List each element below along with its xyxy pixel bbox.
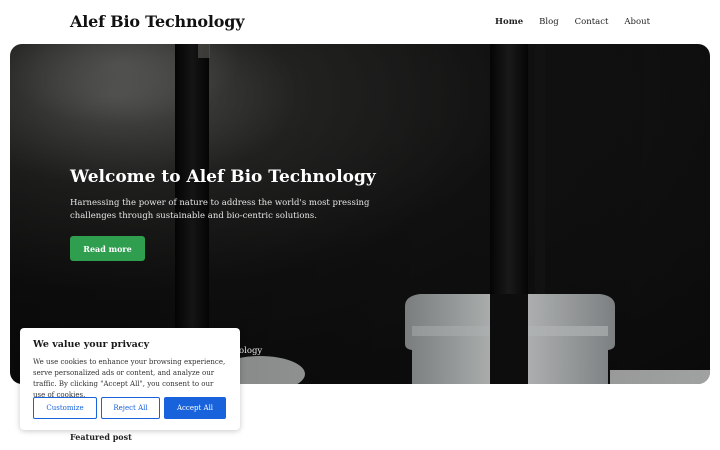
main-nav: Home Blog Contact About (495, 17, 650, 27)
reject-all-button[interactable]: Reject All (101, 397, 160, 419)
featured-post-heading: Featured post (70, 432, 132, 442)
cookie-title: We value your privacy (33, 339, 150, 350)
cookie-consent-banner: We value your privacy We use cookies to … (20, 328, 240, 430)
nav-item-about[interactable]: About (624, 17, 650, 27)
cookie-description: We use cookies to enhance your browsing … (33, 358, 226, 399)
site-title[interactable]: Alef Bio Technology (70, 12, 245, 31)
customize-button[interactable]: Customize (33, 397, 97, 419)
read-more-button[interactable]: Read more (70, 236, 145, 261)
accept-all-button[interactable]: Accept All (164, 397, 226, 419)
cookie-button-group: Customize Reject All Accept All (33, 397, 226, 419)
hero-caption: ology (239, 346, 263, 356)
hero-title: Welcome to Alef Bio Technology (70, 167, 376, 187)
nav-item-contact[interactable]: Contact (575, 17, 609, 27)
nav-item-blog[interactable]: Blog (539, 17, 559, 27)
hero-description: Harnessing the power of nature to addres… (70, 198, 370, 221)
nav-item-home[interactable]: Home (495, 17, 523, 27)
